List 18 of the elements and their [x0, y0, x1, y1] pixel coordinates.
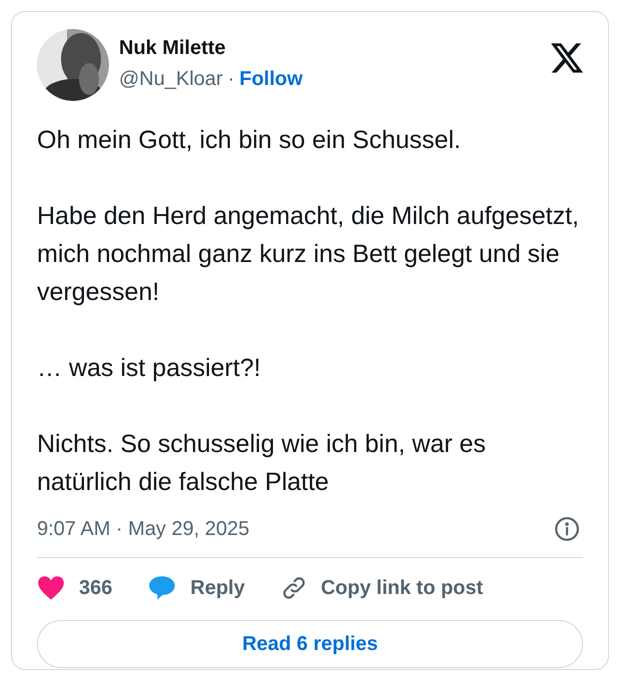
- author-handle: @Nu_Kloar: [119, 67, 223, 92]
- post-text: Nichts. So schusselig wie ich bin, war es natürlich die falsche Platte: [37, 429, 487, 498]
- x-logo-icon[interactable]: [551, 43, 583, 73]
- read-replies-button[interactable]: Read 6 replies: [37, 620, 583, 668]
- copy-action[interactable]: Copy link to post: [280, 573, 484, 603]
- like-action[interactable]: 366: [37, 573, 112, 603]
- author-name: Nuk Milette: [119, 36, 227, 61]
- info-icon[interactable]: [554, 516, 580, 542]
- post-text: … was ist passiert?!: [37, 353, 262, 384]
- separator: ·: [228, 67, 234, 92]
- post-text: Oh mein Gott, ich bin so ein Schussel.: [37, 125, 462, 156]
- speech-bubble-icon: [148, 575, 176, 601]
- post-text: Habe den Herd angemacht, die Milch aufgesetzt, mich nochmal ganz kurz ins Bett gelegt und sie vergessen!: [37, 201, 580, 308]
- heart-icon: [37, 575, 65, 601]
- timestamp[interactable]: 9:07 AM · May 29, 2025: [37, 514, 250, 544]
- link-icon: [280, 575, 307, 601]
- follow-link[interactable]: Follow: [239, 66, 303, 92]
- reply-action[interactable]: Reply: [148, 573, 245, 603]
